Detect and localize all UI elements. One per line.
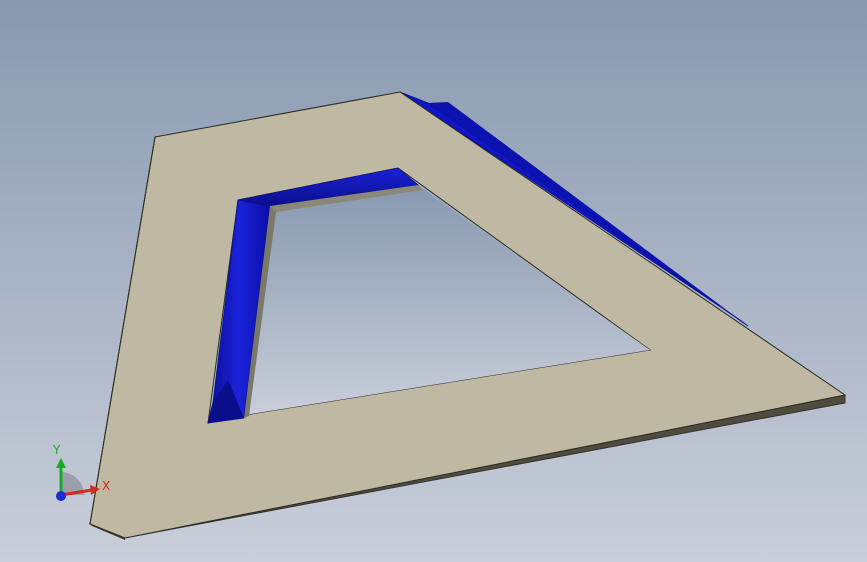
y-axis-label: Y	[52, 443, 61, 457]
x-axis-arrowhead	[90, 485, 100, 495]
graphics-viewport[interactable]: Y X	[0, 0, 867, 562]
model-view[interactable]	[0, 0, 867, 562]
y-axis-arrowhead	[56, 458, 66, 468]
x-axis-label: X	[102, 479, 110, 493]
axis-triad[interactable]: Y X	[40, 440, 120, 510]
z-axis-origin	[56, 491, 66, 501]
